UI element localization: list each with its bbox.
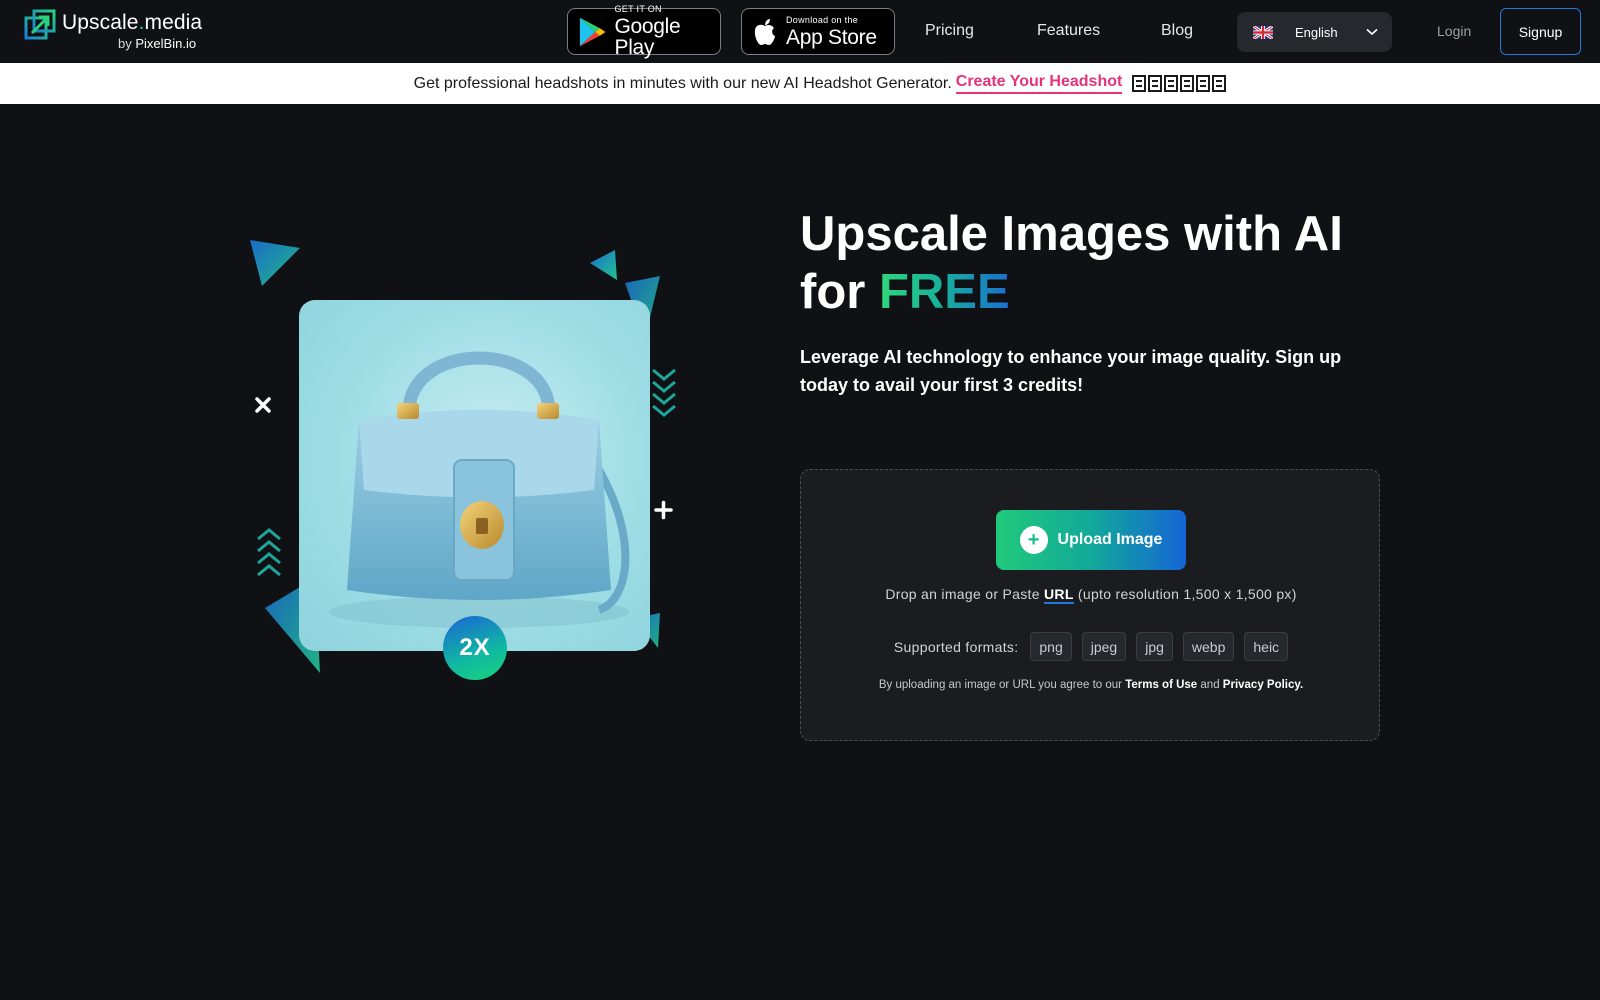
- app-store-button[interactable]: Download on the App Store: [741, 8, 895, 55]
- signup-button[interactable]: Signup: [1500, 8, 1581, 55]
- handbag-photo: [299, 300, 650, 651]
- hero-illustration: 2X: [240, 228, 710, 698]
- upscale-2x-badge: 2X: [443, 616, 507, 680]
- promo-emoji-glyphs: [1132, 75, 1227, 92]
- promo-text: Get professional headshots in minutes wi…: [413, 74, 952, 92]
- logo-byline: by PixelBin.io: [118, 36, 197, 51]
- format-chip: jpg: [1136, 632, 1173, 661]
- google-play-label: Google Play: [614, 15, 681, 59]
- brand-logo[interactable]: Upscale.media by PixelBin.io: [24, 9, 214, 53]
- upload-image-label: Upload Image: [1057, 531, 1163, 548]
- upscale-logo-icon: [24, 9, 56, 40]
- title-free: FREE: [878, 265, 1010, 319]
- google-play-button[interactable]: GET IT ON Google Play: [567, 4, 721, 59]
- top-navbar: Upscale.media by PixelBin.io GET IT ON G…: [0, 0, 1600, 63]
- create-headshot-link[interactable]: Create Your Headshot: [955, 73, 1123, 94]
- format-chip: heic: [1244, 632, 1289, 661]
- nav-link-pricing[interactable]: Pricing: [925, 22, 974, 40]
- login-link[interactable]: Login: [1437, 23, 1471, 39]
- format-chip: webp: [1182, 632, 1235, 661]
- privacy-policy-link[interactable]: Privacy Policy.: [1223, 679, 1303, 691]
- upload-dropzone[interactable]: + Upload Image Drop an image or Paste UR…: [800, 469, 1380, 741]
- nav-link-features[interactable]: Features: [1037, 22, 1100, 40]
- chevron-down-icon: [1366, 28, 1378, 36]
- upload-image-button[interactable]: + Upload Image: [996, 510, 1186, 570]
- google-play-icon: [579, 17, 606, 46]
- terms-of-use-link[interactable]: Terms of Use: [1125, 679, 1197, 691]
- title-for: for: [800, 265, 866, 319]
- title-line-1: Upscale Images with AI: [800, 207, 1343, 261]
- format-chip: jpeg: [1081, 632, 1127, 661]
- language-label: English: [1295, 24, 1338, 40]
- app-store-caption: Download on the: [786, 14, 859, 25]
- page-title: Upscale Images with AI for FREE: [800, 205, 1380, 321]
- google-play-caption: GET IT ON: [614, 4, 662, 14]
- nav-link-blog[interactable]: Blog: [1161, 22, 1193, 40]
- apple-icon: [754, 18, 775, 45]
- plus-icon: +: [1019, 526, 1048, 554]
- format-chip: png: [1030, 632, 1072, 661]
- language-selector[interactable]: English: [1237, 12, 1392, 52]
- promo-banner: Get professional headshots in minutes wi…: [0, 63, 1600, 104]
- paste-url-link[interactable]: URL: [1044, 586, 1074, 604]
- uk-flag-icon: [1253, 25, 1273, 39]
- drop-instructions: Drop an image or Paste URL (upto resolut…: [885, 586, 1297, 604]
- terms-notice: By uploading an image or URL you agree t…: [878, 679, 1304, 691]
- logo-wordmark: Upscale.media: [62, 11, 203, 34]
- formats-label: Supported formats:: [893, 638, 1019, 655]
- handbag-image: [329, 351, 630, 628]
- page-subtitle: Leverage AI technology to enhance your i…: [800, 347, 1342, 395]
- app-store-label: App Store: [786, 25, 877, 49]
- supported-formats: Supported formats: png jpeg jpg webp hei…: [801, 632, 1381, 661]
